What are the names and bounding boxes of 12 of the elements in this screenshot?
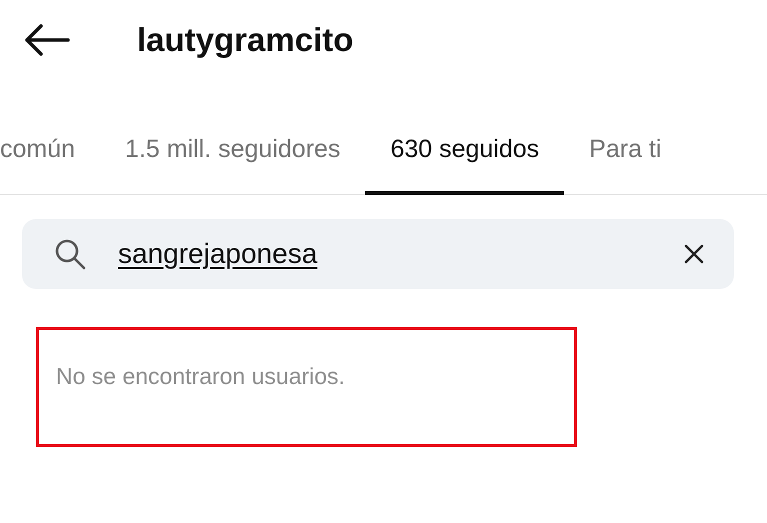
search-bar[interactable]: sangrejaponesa [22, 219, 734, 289]
back-button[interactable] [24, 23, 70, 57]
empty-message: No se encontraron usuarios. [56, 363, 345, 389]
tab[interactable]: Para ti [564, 108, 686, 195]
profile-title: lautygramcito [137, 21, 354, 59]
tab[interactable]: 1.5 mill. seguidores [100, 108, 366, 195]
search-icon [54, 238, 86, 270]
tab[interactable]: 630 seguidos [365, 108, 564, 195]
close-icon[interactable] [682, 242, 706, 266]
search-field[interactable]: sangrejaponesa [116, 237, 682, 271]
back-arrow-icon [24, 24, 70, 56]
tab[interactable]: común [0, 108, 100, 195]
